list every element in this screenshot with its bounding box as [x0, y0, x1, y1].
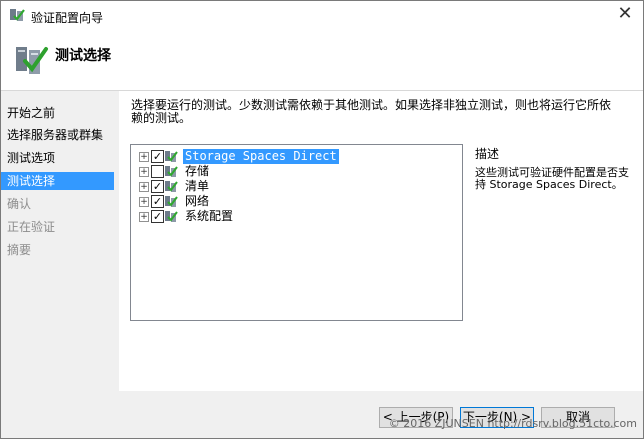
test-tree[interactable]: + ✓ Storage Spaces Direct + 存储 + ✓ 清单 + … — [130, 144, 463, 321]
nav-step-confirmation: 确认 — [7, 197, 32, 211]
nav-step-select-servers[interactable]: 选择服务器或群集 — [1, 126, 114, 144]
wizard-footer: < 上一步(P) 下一步(N) > 取消 — [119, 391, 643, 438]
nav-step-validating: 正在验证 — [7, 220, 56, 234]
nav-step-test-selection[interactable]: 测试选择 — [1, 172, 114, 190]
nav-step-testing-options[interactable]: 测试选项 — [1, 149, 114, 167]
test-category-icon — [165, 181, 178, 192]
tree-item-system-configuration[interactable]: + ✓ 系统配置 — [137, 209, 457, 225]
tree-item-label: 网络 — [185, 194, 210, 208]
title-bar: 验证配置向导 ✕ — [1, 1, 643, 31]
tree-checkbox[interactable]: ✓ — [151, 195, 164, 208]
wizard-header: 测试选择 — [1, 31, 643, 91]
tree-item-label: 系统配置 — [185, 209, 234, 223]
description-heading: 描述 — [475, 147, 500, 161]
nav-step-before-you-begin[interactable]: 开始之前 — [1, 104, 114, 122]
tree-checkbox[interactable]: ✓ — [151, 180, 164, 193]
page-title: 测试选择 — [55, 48, 111, 64]
tree-item-storage-spaces-direct[interactable]: + ✓ Storage Spaces Direct — [137, 149, 457, 165]
tree-item-label: 存储 — [185, 164, 210, 178]
nav-step-summary: 摘要 — [7, 243, 32, 257]
close-button[interactable]: ✕ — [611, 2, 639, 26]
test-category-icon — [165, 211, 178, 222]
description-text: 这些测试可验证硬件配置是否支持 Storage Spaces Direct。 — [475, 166, 629, 191]
test-category-icon — [165, 151, 178, 162]
test-category-icon — [165, 166, 178, 177]
tree-checkbox[interactable] — [151, 165, 164, 178]
instructions-text: 选择要运行的测试。少数测试需依赖于其他测试。如果选择非独立测试，则也将运行它所依… — [131, 98, 612, 125]
expand-icon[interactable]: + — [139, 197, 149, 207]
tree-item-network[interactable]: + ✓ 网络 — [137, 194, 457, 210]
window-title: 验证配置向导 — [31, 11, 104, 25]
test-category-icon — [165, 196, 178, 207]
expand-icon[interactable]: + — [139, 167, 149, 177]
expand-icon[interactable]: + — [139, 182, 149, 192]
tree-item-storage[interactable]: + 存储 — [137, 164, 457, 180]
tree-item-label: Storage Spaces Direct — [183, 149, 339, 164]
cluster-app-icon — [10, 9, 25, 21]
tree-item-inventory[interactable]: + ✓ 清单 — [137, 179, 457, 195]
validate-cluster-icon — [16, 47, 48, 74]
tree-checkbox[interactable]: ✓ — [151, 210, 164, 223]
watermark: © 2016 ZJUNSEN http://rdsrv.blog.51cto.c… — [388, 417, 637, 430]
main-panel: 选择要运行的测试。少数测试需依赖于其他测试。如果选择非独立测试，则也将运行它所依… — [119, 91, 643, 391]
tree-item-label: 清单 — [185, 179, 210, 193]
expand-icon[interactable]: + — [139, 152, 149, 162]
wizard-window: 验证配置向导 ✕ 测试选择 开始之前 选择服务器或群集 测试选项 测试选择 确认… — [0, 0, 644, 439]
expand-icon[interactable]: + — [139, 212, 149, 222]
tree-checkbox[interactable]: ✓ — [151, 150, 164, 163]
wizard-steps: 开始之前 选择服务器或群集 测试选项 测试选择 确认 正在验证 摘要 — [1, 91, 119, 438]
